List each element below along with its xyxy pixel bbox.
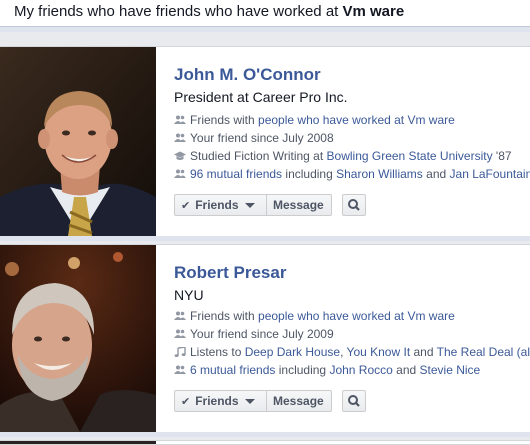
- music-link[interactable]: You Know It: [347, 345, 411, 359]
- profile-subtitle: NYU: [174, 287, 204, 303]
- detail-friends-with: Friends with people who have worked at V…: [174, 111, 455, 129]
- friends-button[interactable]: ✔ Friends: [174, 194, 267, 216]
- search-icon: [348, 199, 360, 211]
- caret-down-icon: [244, 399, 255, 404]
- detail-text: including: [282, 167, 337, 181]
- education-icon: [174, 151, 186, 160]
- profile-photo-image: [0, 245, 156, 432]
- friend-link[interactable]: Jan LaFountain: [450, 167, 530, 181]
- friends-icon: [174, 169, 186, 178]
- friends-button[interactable]: ✔ Friends: [174, 390, 267, 412]
- divider: [0, 27, 530, 32]
- school-link[interactable]: Bowling Green State University: [327, 149, 493, 163]
- people-link[interactable]: people who have worked at Vm ware: [258, 309, 455, 323]
- search-bar: My friends who have friends who have wor…: [0, 0, 530, 27]
- music-link[interactable]: Deep Dark House: [245, 345, 340, 359]
- detail-friend-since: Your friend since July 2008: [174, 129, 334, 147]
- divider: [0, 432, 530, 437]
- detail-text: Friends with: [190, 309, 259, 323]
- friends-button-label: Friends: [195, 394, 239, 408]
- friend-link[interactable]: Stevie Nice: [420, 363, 481, 377]
- message-button[interactable]: Message: [266, 194, 332, 216]
- check-icon: ✔: [181, 396, 191, 408]
- music-icon: [174, 347, 186, 357]
- detail-text: including: [275, 363, 330, 377]
- detail-text: and: [422, 167, 450, 181]
- detail-mutual-friends: 6 mutual friends including John Rocco an…: [174, 361, 480, 379]
- profile-photo-image: [0, 47, 156, 236]
- profile-photo[interactable]: [0, 47, 156, 236]
- friends-icon: [174, 329, 186, 338]
- profile-photo[interactable]: [0, 245, 156, 432]
- search-input[interactable]: My friends who have friends who have wor…: [0, 0, 525, 26]
- friend-link[interactable]: John Rocco: [329, 363, 392, 377]
- friends-icon: [174, 311, 186, 320]
- search-query-entity: Vm ware: [342, 3, 405, 20]
- caret-down-icon: [244, 203, 255, 208]
- detail-text: and: [392, 363, 420, 377]
- mutual-friends-link[interactable]: 96 mutual friends: [190, 167, 282, 181]
- divider: [0, 236, 530, 241]
- detail-text: Studied Fiction Writing at: [190, 149, 327, 163]
- detail-text: Listens to: [190, 345, 245, 359]
- detail-music: Listens to Deep Dark House, You Know It …: [174, 343, 530, 361]
- result-card: Robert Presar NYU Friends with people wh…: [0, 244, 530, 433]
- detail-education: Studied Fiction Writing at Bowling Green…: [174, 147, 512, 165]
- result-card: John M. O'Connor President at Career Pro…: [0, 46, 530, 237]
- friends-icon: [174, 365, 186, 374]
- detail-text: Your friend since July 2009: [190, 327, 334, 341]
- detail-friend-since: Your friend since July 2009: [174, 325, 334, 343]
- search-button[interactable]: [342, 390, 366, 412]
- profile-name[interactable]: Robert Presar: [174, 263, 286, 283]
- detail-text: Friends with: [190, 113, 259, 127]
- friends-button-label: Friends: [195, 198, 239, 212]
- search-icon: [348, 395, 360, 407]
- friend-link[interactable]: Sharon Williams: [336, 167, 423, 181]
- detail-text: and: [410, 345, 437, 359]
- people-link[interactable]: people who have worked at Vm ware: [258, 113, 455, 127]
- detail-friends-with: Friends with people who have worked at V…: [174, 307, 455, 325]
- search-button[interactable]: [342, 194, 366, 216]
- message-button[interactable]: Message: [266, 390, 332, 412]
- detail-mutual-friends: 96 mutual friends including Sharon Willi…: [174, 165, 530, 183]
- profile-name[interactable]: John M. O'Connor: [174, 65, 321, 85]
- music-link[interactable]: The Real Deal (all: [437, 345, 530, 359]
- search-query-text: My friends who have friends who have wor…: [14, 3, 343, 20]
- friends-icon: [174, 133, 186, 142]
- detail-text: '87: [492, 149, 512, 163]
- mutual-friends-link[interactable]: 6 mutual friends: [190, 363, 275, 377]
- profile-subtitle: President at Career Pro Inc.: [174, 89, 348, 105]
- check-icon: ✔: [181, 200, 191, 212]
- friends-icon: [174, 115, 186, 124]
- detail-text: Your friend since July 2008: [190, 131, 334, 145]
